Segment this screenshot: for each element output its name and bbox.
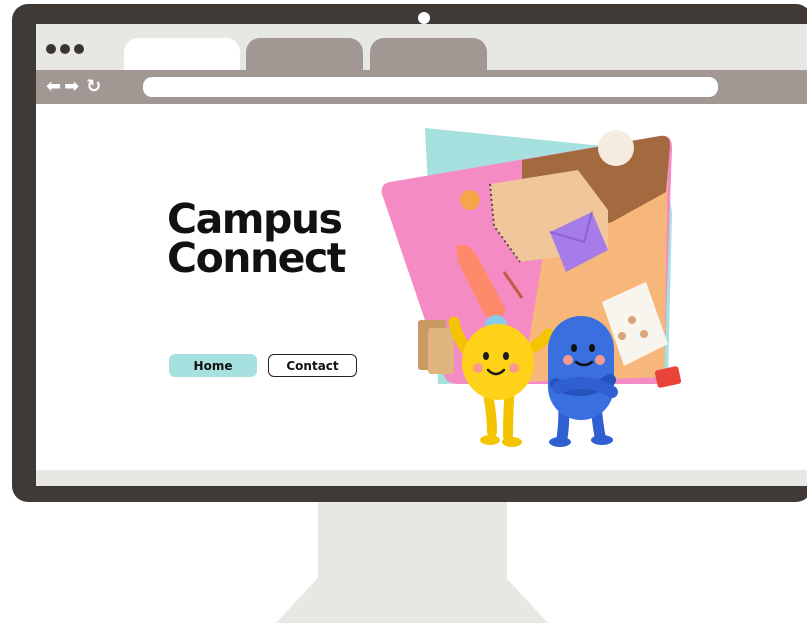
reload-icon[interactable]: ↻ [86,74,101,100]
browser-bottom-bar [36,470,807,486]
monitor-stand-neck [318,502,507,580]
hero-illustration [381,128,682,447]
webcam-dot [418,12,430,24]
browser-tab-active[interactable] [124,38,240,70]
monitor-stand-base [276,576,548,623]
window-dot-2[interactable] [60,44,70,54]
navigation-bar: ⬅ ➡ ↻ [36,70,807,104]
address-bar[interactable] [143,77,718,97]
page-title: Campus Connect [167,199,346,282]
monitor-frame: ⬅ ➡ ↻ Campus Connect Home Contact [12,4,807,502]
blue-character [548,316,618,447]
wooden-blocks-icon [418,320,454,374]
browser-tab-3[interactable] [370,38,487,70]
tab-strip [36,24,807,70]
page-title-line-2: Connect [167,234,346,282]
window-dot-1[interactable] [46,44,56,54]
orange-dot-icon [460,190,480,210]
home-button[interactable]: Home [169,354,257,377]
window-controls [46,44,84,54]
white-disc-icon [598,130,634,166]
forward-arrow-icon[interactable]: ➡ [64,74,79,100]
back-arrow-icon[interactable]: ⬅ [46,74,61,100]
contact-button[interactable]: Contact [268,354,357,377]
window-dot-3[interactable] [74,44,84,54]
browser-tab-2[interactable] [246,38,363,70]
browser-window: ⬅ ➡ ↻ Campus Connect Home Contact [36,24,807,486]
